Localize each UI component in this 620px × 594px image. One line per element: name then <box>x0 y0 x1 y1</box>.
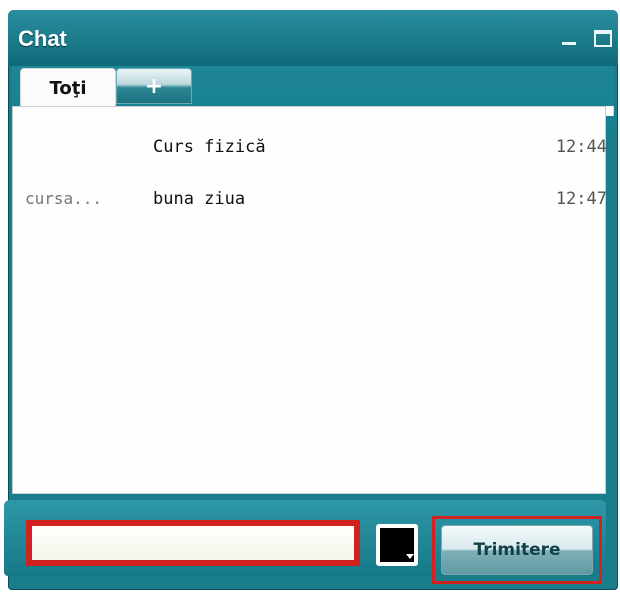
dropdown-arrow-icon <box>406 554 414 559</box>
list-item: cursa... buna ziua 12:47 <box>13 185 607 215</box>
text-color-picker[interactable] <box>376 524 418 566</box>
message-text: Curs fizică <box>153 137 266 157</box>
tab-all[interactable]: Toţi <box>20 68 116 108</box>
add-tab-button[interactable]: + <box>116 68 192 104</box>
maximize-icon <box>594 30 612 47</box>
message-text: buna ziua <box>153 189 246 209</box>
message-time: 12:47 <box>555 189 607 209</box>
window-title: Chat <box>18 26 67 51</box>
minimize-icon <box>562 42 576 45</box>
list-item: Curs fizică 12:44 <box>13 133 607 163</box>
message-list[interactable]: Curs fizică 12:44 cursa... buna ziua 12:… <box>12 106 607 494</box>
send-button-highlight: Trimitere <box>432 516 602 584</box>
message-input[interactable] <box>32 526 354 560</box>
maximize-button[interactable] <box>592 26 614 50</box>
title-bar: Chat <box>8 10 618 66</box>
send-button[interactable]: Trimitere <box>441 525 593 575</box>
message-input-highlight <box>26 520 360 566</box>
message-sender: cursa... <box>25 189 103 208</box>
minimize-button[interactable] <box>558 26 580 50</box>
message-time: 12:44 <box>555 137 607 157</box>
